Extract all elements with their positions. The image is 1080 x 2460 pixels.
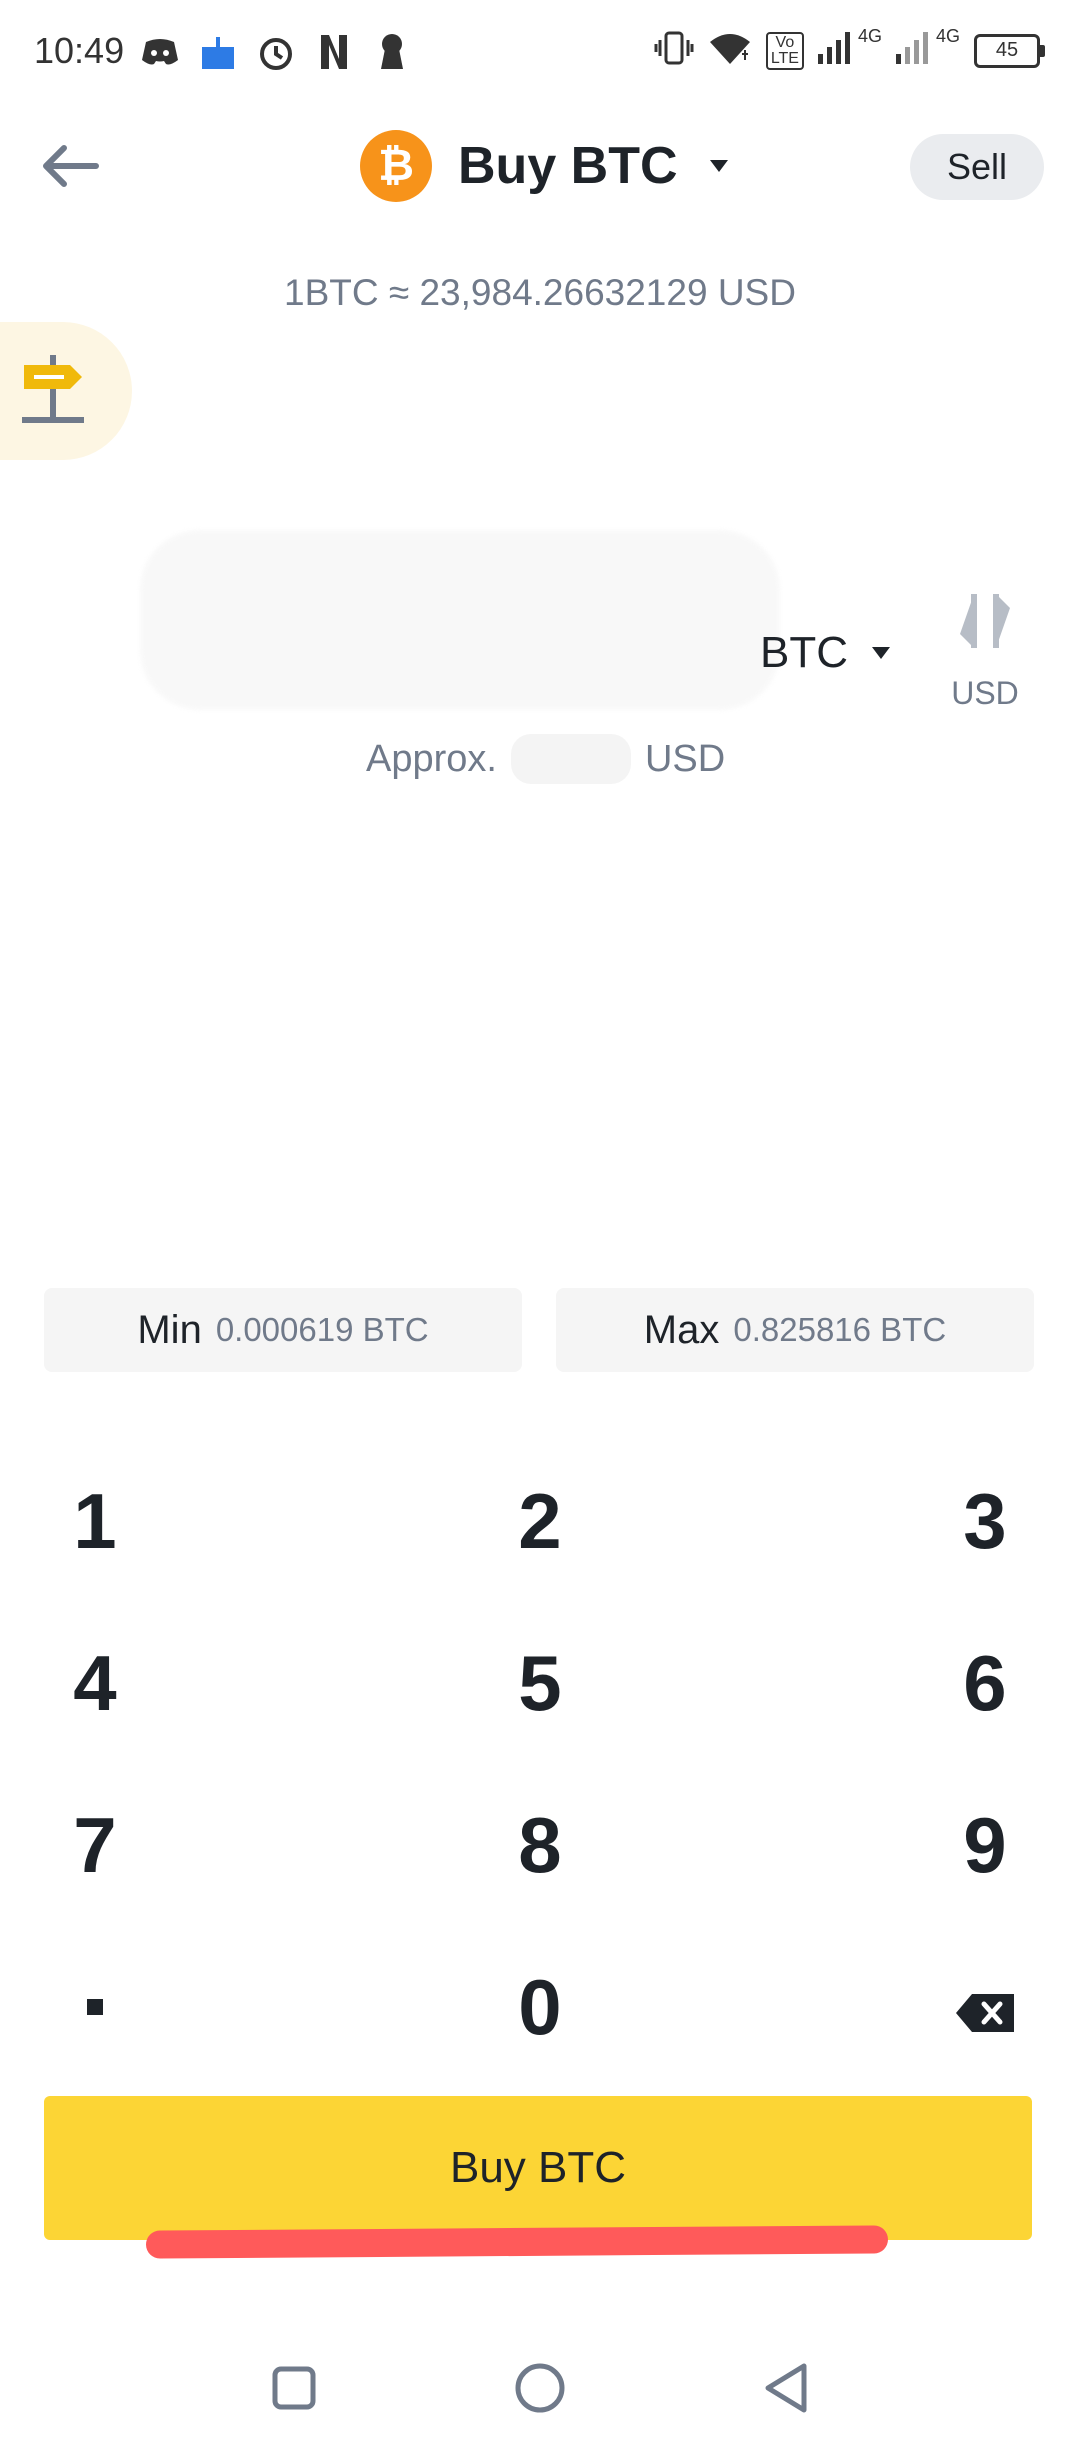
key-6[interactable]: 6 — [720, 1602, 1080, 1764]
arrow-left-icon — [40, 144, 100, 193]
numeric-keypad: 1 2 3 4 5 6 7 8 9 0 — [0, 1440, 1080, 2088]
wifi-icon — [708, 30, 752, 71]
home-button[interactable] — [512, 2362, 568, 2418]
caret-down-icon — [872, 647, 890, 659]
key-9[interactable]: 9 — [720, 1764, 1080, 1926]
key-1[interactable]: 1 — [0, 1440, 360, 1602]
network-type-label: 4G — [857, 26, 882, 46]
caret-down-icon — [709, 160, 728, 172]
approx-value-redacted — [510, 734, 631, 784]
key-2[interactable]: 2 — [360, 1440, 720, 1602]
sell-button[interactable]: Sell — [910, 134, 1044, 200]
recents-button[interactable] — [266, 2362, 322, 2418]
amount-display-redacted — [140, 530, 780, 710]
keyhole-icon — [372, 32, 412, 72]
triangle-back-icon — [762, 2362, 810, 2419]
annotation-underline — [145, 2225, 889, 2259]
buy-button[interactable]: Buy BTC — [44, 2096, 1032, 2240]
key-4[interactable]: 4 — [0, 1602, 360, 1764]
unit-selector[interactable]: BTC — [760, 628, 890, 678]
unit-label: BTC — [760, 628, 848, 677]
max-label: Max — [643, 1307, 720, 1352]
key-8[interactable]: 8 — [360, 1764, 720, 1926]
max-button[interactable]: Max 0.825816 BTC — [556, 1288, 1034, 1372]
back-nav-button[interactable] — [758, 2362, 814, 2418]
swap-vertical-icon — [958, 590, 1012, 657]
max-value: 0.825816 BTC — [733, 1311, 947, 1348]
approx-value: Approx. USD — [366, 734, 725, 784]
key-backspace[interactable] — [720, 1926, 1080, 2088]
cake-icon — [198, 32, 238, 72]
signal-icon — [895, 32, 930, 69]
min-value: 0.000619 BTC — [215, 1311, 429, 1348]
backspace-icon — [954, 1962, 1016, 2053]
key-7[interactable]: 7 — [0, 1764, 360, 1926]
signpost-icon — [18, 351, 88, 432]
key-5[interactable]: 5 — [360, 1602, 720, 1764]
status-icons-left — [140, 32, 412, 72]
discord-icon — [140, 32, 180, 72]
approx-suffix: USD — [644, 737, 726, 780]
status-time: 10:49 — [34, 30, 125, 71]
exchange-rate: 1BTC ≈ 23,984.26632129 USD — [284, 272, 796, 313]
approx-prefix: Approx. — [366, 737, 497, 780]
decimal-point-icon — [87, 1999, 103, 2015]
circle-icon — [514, 2362, 566, 2419]
network-type-label: 4G — [935, 26, 960, 46]
coin-selector[interactable]: ₿ Buy BTC — [360, 130, 728, 202]
guide-button[interactable] — [0, 322, 132, 460]
key-3[interactable]: 3 — [720, 1440, 1080, 1602]
vibrate-icon — [654, 30, 694, 71]
square-icon — [270, 2364, 318, 2417]
alarm-icon — [256, 32, 296, 72]
key-0[interactable]: 0 — [360, 1926, 720, 2088]
swap-currency-button[interactable]: USD — [945, 590, 1025, 712]
min-button[interactable]: Min 0.000619 BTC — [44, 1288, 522, 1372]
volte-icon: Vo LTE — [765, 31, 804, 70]
battery-icon: 45 — [974, 33, 1045, 68]
page-title: Buy BTC — [458, 137, 678, 195]
status-icons-right: Vo LTE 4G 4G 45 — [654, 26, 1045, 71]
min-label: Min — [137, 1307, 202, 1352]
key-decimal[interactable] — [0, 1926, 360, 2088]
back-button[interactable] — [40, 140, 104, 196]
signal-icon — [817, 32, 852, 69]
system-nav-bar — [0, 2340, 1080, 2440]
netflix-icon — [314, 32, 354, 72]
swap-label: USD — [951, 675, 1019, 711]
bitcoin-icon: ₿ — [360, 130, 432, 202]
